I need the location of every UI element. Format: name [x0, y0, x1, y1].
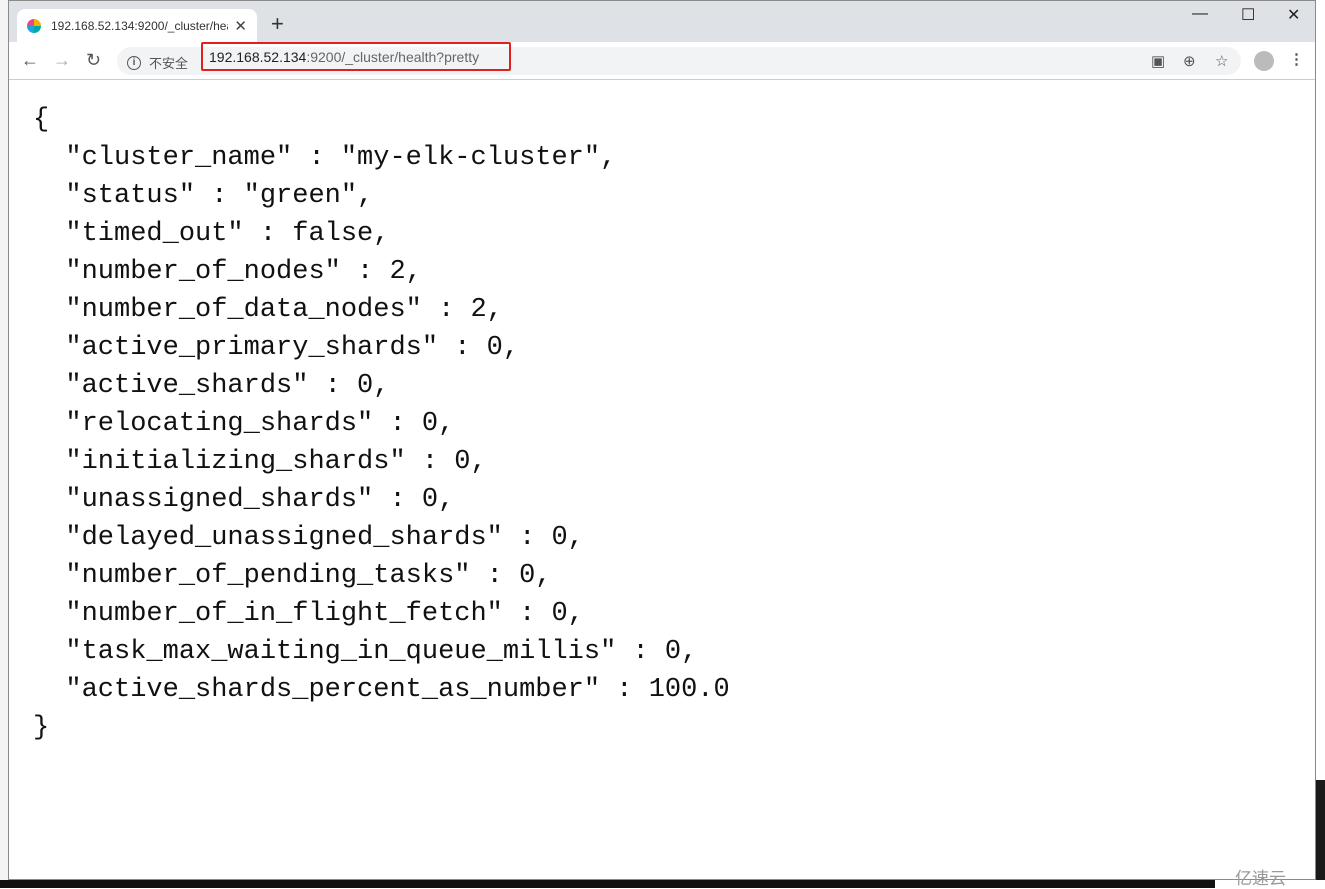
- star-icon[interactable]: ☆: [1215, 52, 1228, 70]
- json-line: "unassigned_shards" : 0,: [33, 485, 455, 515]
- zoom-icon[interactable]: ⊕: [1183, 52, 1196, 70]
- security-label: 不安全: [149, 56, 189, 71]
- json-line: "status" : "green",: [33, 181, 374, 211]
- watermark: 亿速云: [1235, 869, 1286, 888]
- json-line: "active_primary_shards" : 0,: [33, 333, 520, 363]
- forward-button[interactable]: →: [53, 50, 71, 71]
- close-tab-icon[interactable]: ✕: [234, 17, 247, 35]
- tab-bar: 192.168.52.134:9200/_cluster/health?pret…: [9, 1, 1315, 42]
- translate-icon[interactable]: ▣: [1151, 52, 1165, 70]
- tab-title: 192.168.52.134:9200/_cluster/health?pret…: [51, 18, 228, 33]
- json-line: "number_of_pending_tasks" : 0,: [33, 561, 552, 591]
- json-line: "active_shards" : 0,: [33, 371, 390, 401]
- toolbar: ← → ↻ i 不安全 192.168.52.134:9200/_cluster…: [9, 42, 1315, 80]
- url-path: :9200/_cluster/health?pretty: [306, 49, 480, 65]
- json-line: "timed_out" : false,: [33, 219, 390, 249]
- json-line: "cluster_name" : "my-elk-cluster",: [33, 143, 617, 173]
- browser-window: 192.168.52.134:9200/_cluster/health?pret…: [8, 0, 1316, 880]
- json-line: "delayed_unassigned_shards" : 0,: [33, 523, 584, 553]
- maximize-button[interactable]: ☐: [1241, 5, 1255, 25]
- json-line: {: [33, 105, 50, 135]
- taskbar: [0, 880, 1215, 888]
- url-host: 192.168.52.134: [209, 49, 307, 65]
- json-line: "initializing_shards" : 0,: [33, 447, 487, 477]
- menu-icon[interactable]: ⋮: [1289, 50, 1304, 68]
- minimize-button[interactable]: —: [1192, 5, 1208, 23]
- tab-active[interactable]: 192.168.52.134:9200/_cluster/health?pret…: [17, 9, 257, 42]
- back-button[interactable]: ←: [21, 50, 39, 71]
- address-bar[interactable]: i 不安全 192.168.52.134:9200/_cluster/healt…: [117, 42, 1241, 75]
- json-line: "number_of_nodes" : 2,: [33, 257, 422, 287]
- json-response: { "cluster_name" : "my-elk-cluster", "st…: [33, 101, 730, 747]
- security-indicator[interactable]: i 不安全: [127, 53, 188, 72]
- background-window: [1316, 780, 1325, 880]
- json-line: }: [33, 713, 50, 743]
- json-line: "number_of_data_nodes" : 2,: [33, 295, 503, 325]
- elastic-icon: [27, 18, 41, 33]
- new-tab-button[interactable]: +: [271, 11, 284, 37]
- info-icon: i: [127, 55, 141, 70]
- reload-button[interactable]: ↻: [86, 50, 101, 71]
- url-input[interactable]: 192.168.52.134:9200/_cluster/health?pret…: [201, 42, 511, 71]
- json-line: "relocating_shards" : 0,: [33, 409, 455, 439]
- profile-avatar[interactable]: [1254, 51, 1274, 71]
- json-line: "task_max_waiting_in_queue_millis" : 0,: [33, 637, 698, 667]
- background-window: [0, 0, 8, 888]
- close-window-button[interactable]: ✕: [1287, 5, 1300, 25]
- json-line: "active_shards_percent_as_number" : 100.…: [33, 675, 730, 705]
- json-line: "number_of_in_flight_fetch" : 0,: [33, 599, 584, 629]
